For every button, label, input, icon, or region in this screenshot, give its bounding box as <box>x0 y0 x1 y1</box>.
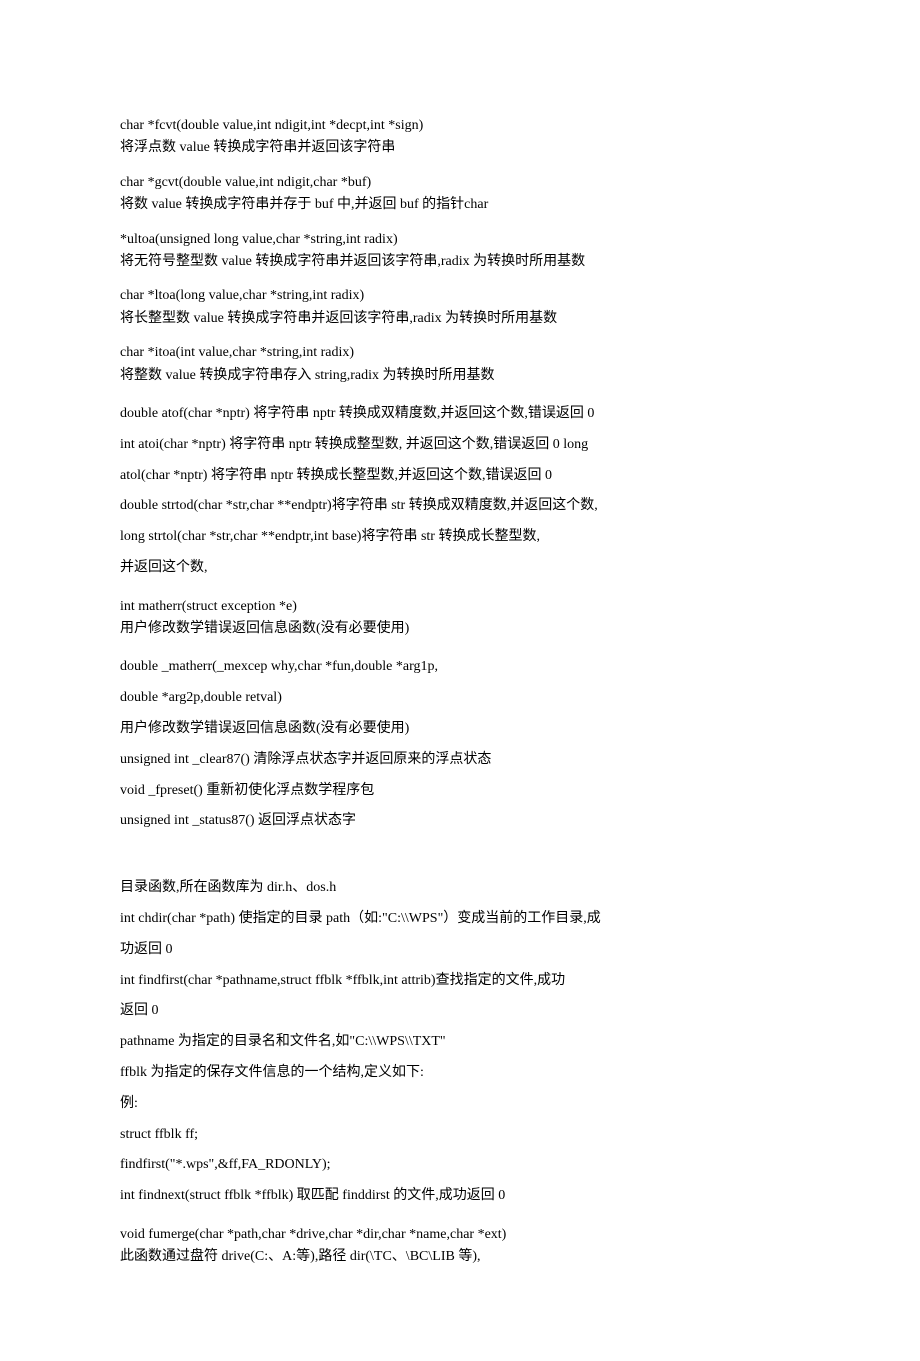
text-line: int findnext(struct ffblk *ffblk) 取匹配 fi… <box>120 1181 800 1212</box>
text-line: atol(char *nptr) 将字符串 nptr 转换成长整型数,并返回这个… <box>120 461 800 492</box>
text-block: void fumerge(char *path,char *drive,char… <box>120 1224 800 1269</box>
text-block: int matherr(struct exception *e)用户修改数学错误… <box>120 596 800 641</box>
text-line: int chdir(char *path) 使指定的目录 path（如:"C:\… <box>120 904 800 935</box>
text-line: 并返回这个数, <box>120 553 800 584</box>
text-line: double _matherr(_mexcep why,char *fun,do… <box>120 652 800 683</box>
text-block: 目录函数,所在函数库为 dir.h、dos.hint chdir(char *p… <box>120 873 800 1212</box>
text-block: double _matherr(_mexcep why,char *fun,do… <box>120 652 800 837</box>
text-line: unsigned int _status87() 返回浮点状态字 <box>120 806 800 837</box>
text-line: 将整数 value 转换成字符串存入 string,radix 为转换时所用基数 <box>120 365 800 387</box>
text-line: 将无符号整型数 value 转换成字符串并返回该字符串,radix 为转换时所用… <box>120 251 800 273</box>
text-line: 将浮点数 value 转换成字符串并返回该字符串 <box>120 137 800 159</box>
text-block: *ultoa(unsigned long value,char *string,… <box>120 229 800 274</box>
text-line: long strtol(char *str,char **endptr,int … <box>120 522 800 553</box>
text-line: char *gcvt(double value,int ndigit,char … <box>120 172 800 194</box>
text-line: 将数 value 转换成字符串并存于 buf 中,并返回 buf 的指针char <box>120 194 800 216</box>
text-line: void _fpreset() 重新初使化浮点数学程序包 <box>120 776 800 807</box>
text-line: 用户修改数学错误返回信息函数(没有必要使用) <box>120 714 800 745</box>
text-line: 此函数通过盘符 drive(C:、A:等),路径 dir(\TC、\BC\LIB… <box>120 1246 800 1268</box>
document-page: char *fcvt(double value,int ndigit,int *… <box>0 0 920 1361</box>
text-line: 返回 0 <box>120 996 800 1027</box>
text-line: pathname 为指定的目录名和文件名,如"C:\\WPS\\TXT" <box>120 1027 800 1058</box>
text-line: double atof(char *nptr) 将字符串 nptr 转换成双精度… <box>120 399 800 430</box>
text-line: 功返回 0 <box>120 935 800 966</box>
blank-line <box>120 849 800 873</box>
text-line: 例: <box>120 1089 800 1120</box>
text-line: ffblk 为指定的保存文件信息的一个结构,定义如下: <box>120 1058 800 1089</box>
text-line: int matherr(struct exception *e) <box>120 596 800 618</box>
text-line: struct ffblk ff; <box>120 1120 800 1151</box>
text-block: char *fcvt(double value,int ndigit,int *… <box>120 115 800 160</box>
text-line: unsigned int _clear87() 清除浮点状态字并返回原来的浮点状… <box>120 745 800 776</box>
text-line: char *itoa(int value,char *string,int ra… <box>120 342 800 364</box>
text-line: 目录函数,所在函数库为 dir.h、dos.h <box>120 873 800 904</box>
text-line: 将长整型数 value 转换成字符串并返回该字符串,radix 为转换时所用基数 <box>120 308 800 330</box>
text-block: char *gcvt(double value,int ndigit,char … <box>120 172 800 217</box>
text-line: char *fcvt(double value,int ndigit,int *… <box>120 115 800 137</box>
text-block: char *ltoa(long value,char *string,int r… <box>120 285 800 330</box>
text-line: int findfirst(char *pathname,struct ffbl… <box>120 966 800 997</box>
text-line: double strtod(char *str,char **endptr)将字… <box>120 491 800 522</box>
text-line: findfirst("*.wps",&ff,FA_RDONLY); <box>120 1150 800 1181</box>
text-line: int atoi(char *nptr) 将字符串 nptr 转换成整型数, 并… <box>120 430 800 461</box>
text-line: *ultoa(unsigned long value,char *string,… <box>120 229 800 251</box>
text-line: void fumerge(char *path,char *drive,char… <box>120 1224 800 1246</box>
text-line: 用户修改数学错误返回信息函数(没有必要使用) <box>120 618 800 640</box>
text-line: char *ltoa(long value,char *string,int r… <box>120 285 800 307</box>
text-line: double *arg2p,double retval) <box>120 683 800 714</box>
text-block: double atof(char *nptr) 将字符串 nptr 转换成双精度… <box>120 399 800 584</box>
text-block: char *itoa(int value,char *string,int ra… <box>120 342 800 387</box>
